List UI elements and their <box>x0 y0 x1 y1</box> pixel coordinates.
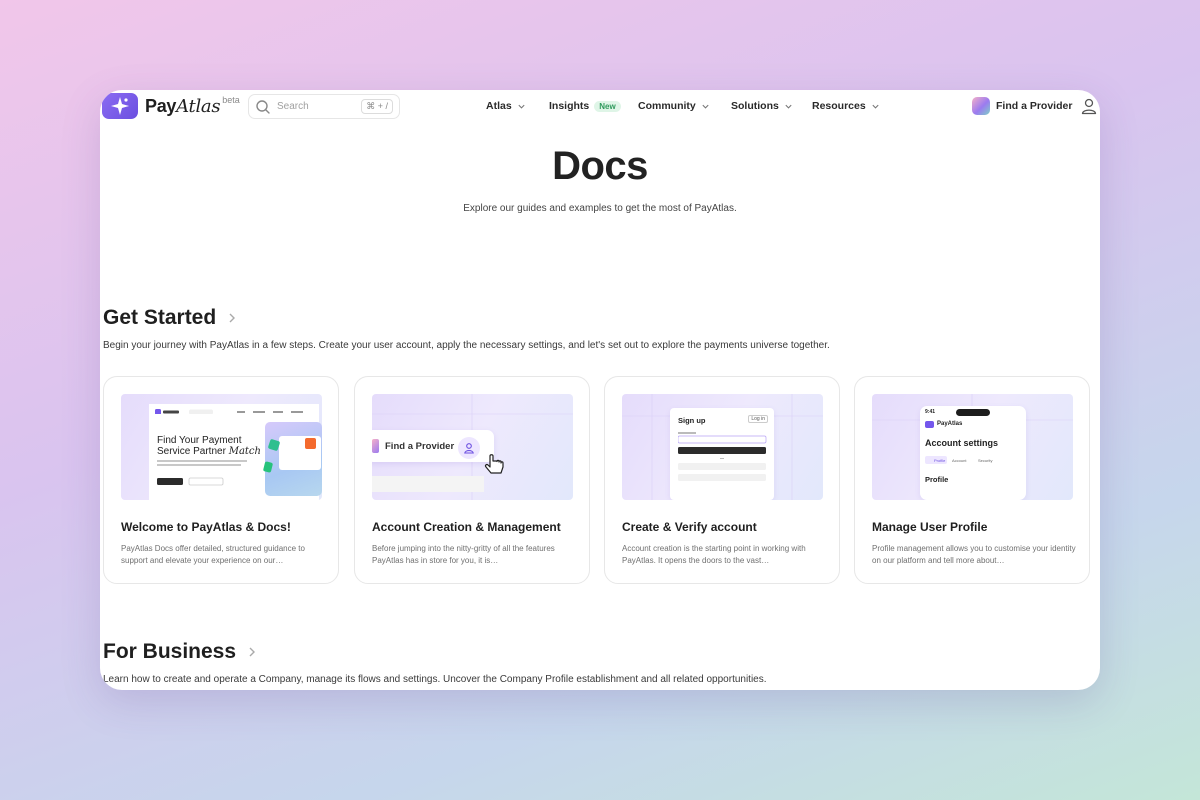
user-account-icon[interactable] <box>1080 97 1098 115</box>
card-description: Account creation is the starting point i… <box>622 544 806 565</box>
card-description: Profile management allows you to customi… <box>872 544 1076 565</box>
search-placeholder: Search <box>277 101 309 112</box>
chevron-down-icon <box>872 104 879 109</box>
sparkle-logo-icon <box>102 93 138 119</box>
card-description: Before jumping into the nitty-gritty of … <box>372 544 555 565</box>
get-started-description: Begin your journey with PayAtlas in a fe… <box>103 340 830 351</box>
card-description: PayAtlas Docs offer detailed, structured… <box>121 544 305 565</box>
card-title: Create & Verify account <box>622 520 757 534</box>
doc-card-welcome[interactable]: Find Your Payment Service Partner Match … <box>103 376 339 584</box>
doc-card-account-creation[interactable]: Find a Provider Account Creation & Manag… <box>354 376 590 584</box>
user-icon <box>458 437 480 459</box>
section-title: Get Started <box>103 306 217 329</box>
search-input[interactable]: Search ⌘ + / <box>248 94 400 119</box>
chevron-right-icon <box>249 647 256 657</box>
page-subtitle: Explore our guides and examples to get t… <box>463 203 737 214</box>
beta-label: beta <box>222 95 240 105</box>
mini-signup-form: Sign up Log in <box>670 408 774 500</box>
find-provider-label: Find a Provider <box>996 100 1073 112</box>
chevron-down-icon <box>702 104 709 109</box>
card-thumbnail: 9:41 PayAtlas Account settings Profile A… <box>872 394 1073 500</box>
browser-window: PayAtlas beta Search ⌘ + / Atlas Insight… <box>100 90 1100 690</box>
mini-phone: 9:41 PayAtlas Account settings Profile A… <box>920 406 1026 500</box>
chevron-down-icon <box>785 104 792 109</box>
for-business-heading[interactable]: For Business <box>103 640 258 664</box>
doc-card-create-verify[interactable]: Sign up Log in Create & Verify account A… <box>604 376 840 584</box>
mini-app-preview <box>262 422 322 496</box>
section-title: For Business <box>103 640 237 663</box>
new-badge: New <box>594 100 621 112</box>
nav-label: Insights <box>549 100 590 112</box>
find-provider-button[interactable]: Find a Provider <box>972 97 1072 115</box>
nav-item-insights[interactable]: Insights New <box>549 100 621 112</box>
brand-name: PayAtlas <box>145 96 221 117</box>
doc-card-user-profile[interactable]: 9:41 PayAtlas Account settings Profile A… <box>854 376 1090 584</box>
nav-label: Resources <box>812 100 866 112</box>
get-started-heading[interactable]: Get Started <box>103 306 238 330</box>
mini-site-nav <box>149 404 319 415</box>
nav-item-atlas[interactable]: Atlas <box>486 100 526 112</box>
card-title: Welcome to PayAtlas & Docs! <box>121 520 291 534</box>
card-title: Account Creation & Management <box>372 520 561 534</box>
search-icon <box>256 99 270 114</box>
nav-label: Solutions <box>731 100 779 112</box>
search-shortcut: ⌘ + / <box>361 99 393 114</box>
pointer-hand-icon <box>484 454 504 474</box>
card-thumbnail: Find a Provider <box>372 394 573 500</box>
nav-label: Atlas <box>486 100 512 112</box>
payatlas-logo[interactable]: PayAtlas beta <box>102 93 240 119</box>
card-thumbnail: Sign up Log in <box>622 394 823 500</box>
page-title: Docs <box>552 144 648 188</box>
nav-label: Community <box>638 100 696 112</box>
card-title: Manage User Profile <box>872 520 988 534</box>
provider-app-icon <box>972 97 990 115</box>
mini-hero-text-lines <box>157 460 247 486</box>
chevron-right-icon <box>229 313 236 323</box>
mini-strip <box>372 476 484 492</box>
nav-item-solutions[interactable]: Solutions <box>731 100 793 112</box>
for-business-description: Learn how to create and operate a Compan… <box>103 674 767 685</box>
card-thumbnail: Find Your Payment Service Partner Match <box>121 394 322 500</box>
nav-item-community[interactable]: Community <box>638 100 710 112</box>
mini-hero-heading: Find Your Payment Service Partner Match <box>157 435 261 457</box>
nav-item-resources[interactable]: Resources <box>812 100 880 112</box>
top-navigation: PayAtlas beta Search ⌘ + / Atlas Insight… <box>100 90 1100 124</box>
chevron-down-icon <box>518 104 525 109</box>
